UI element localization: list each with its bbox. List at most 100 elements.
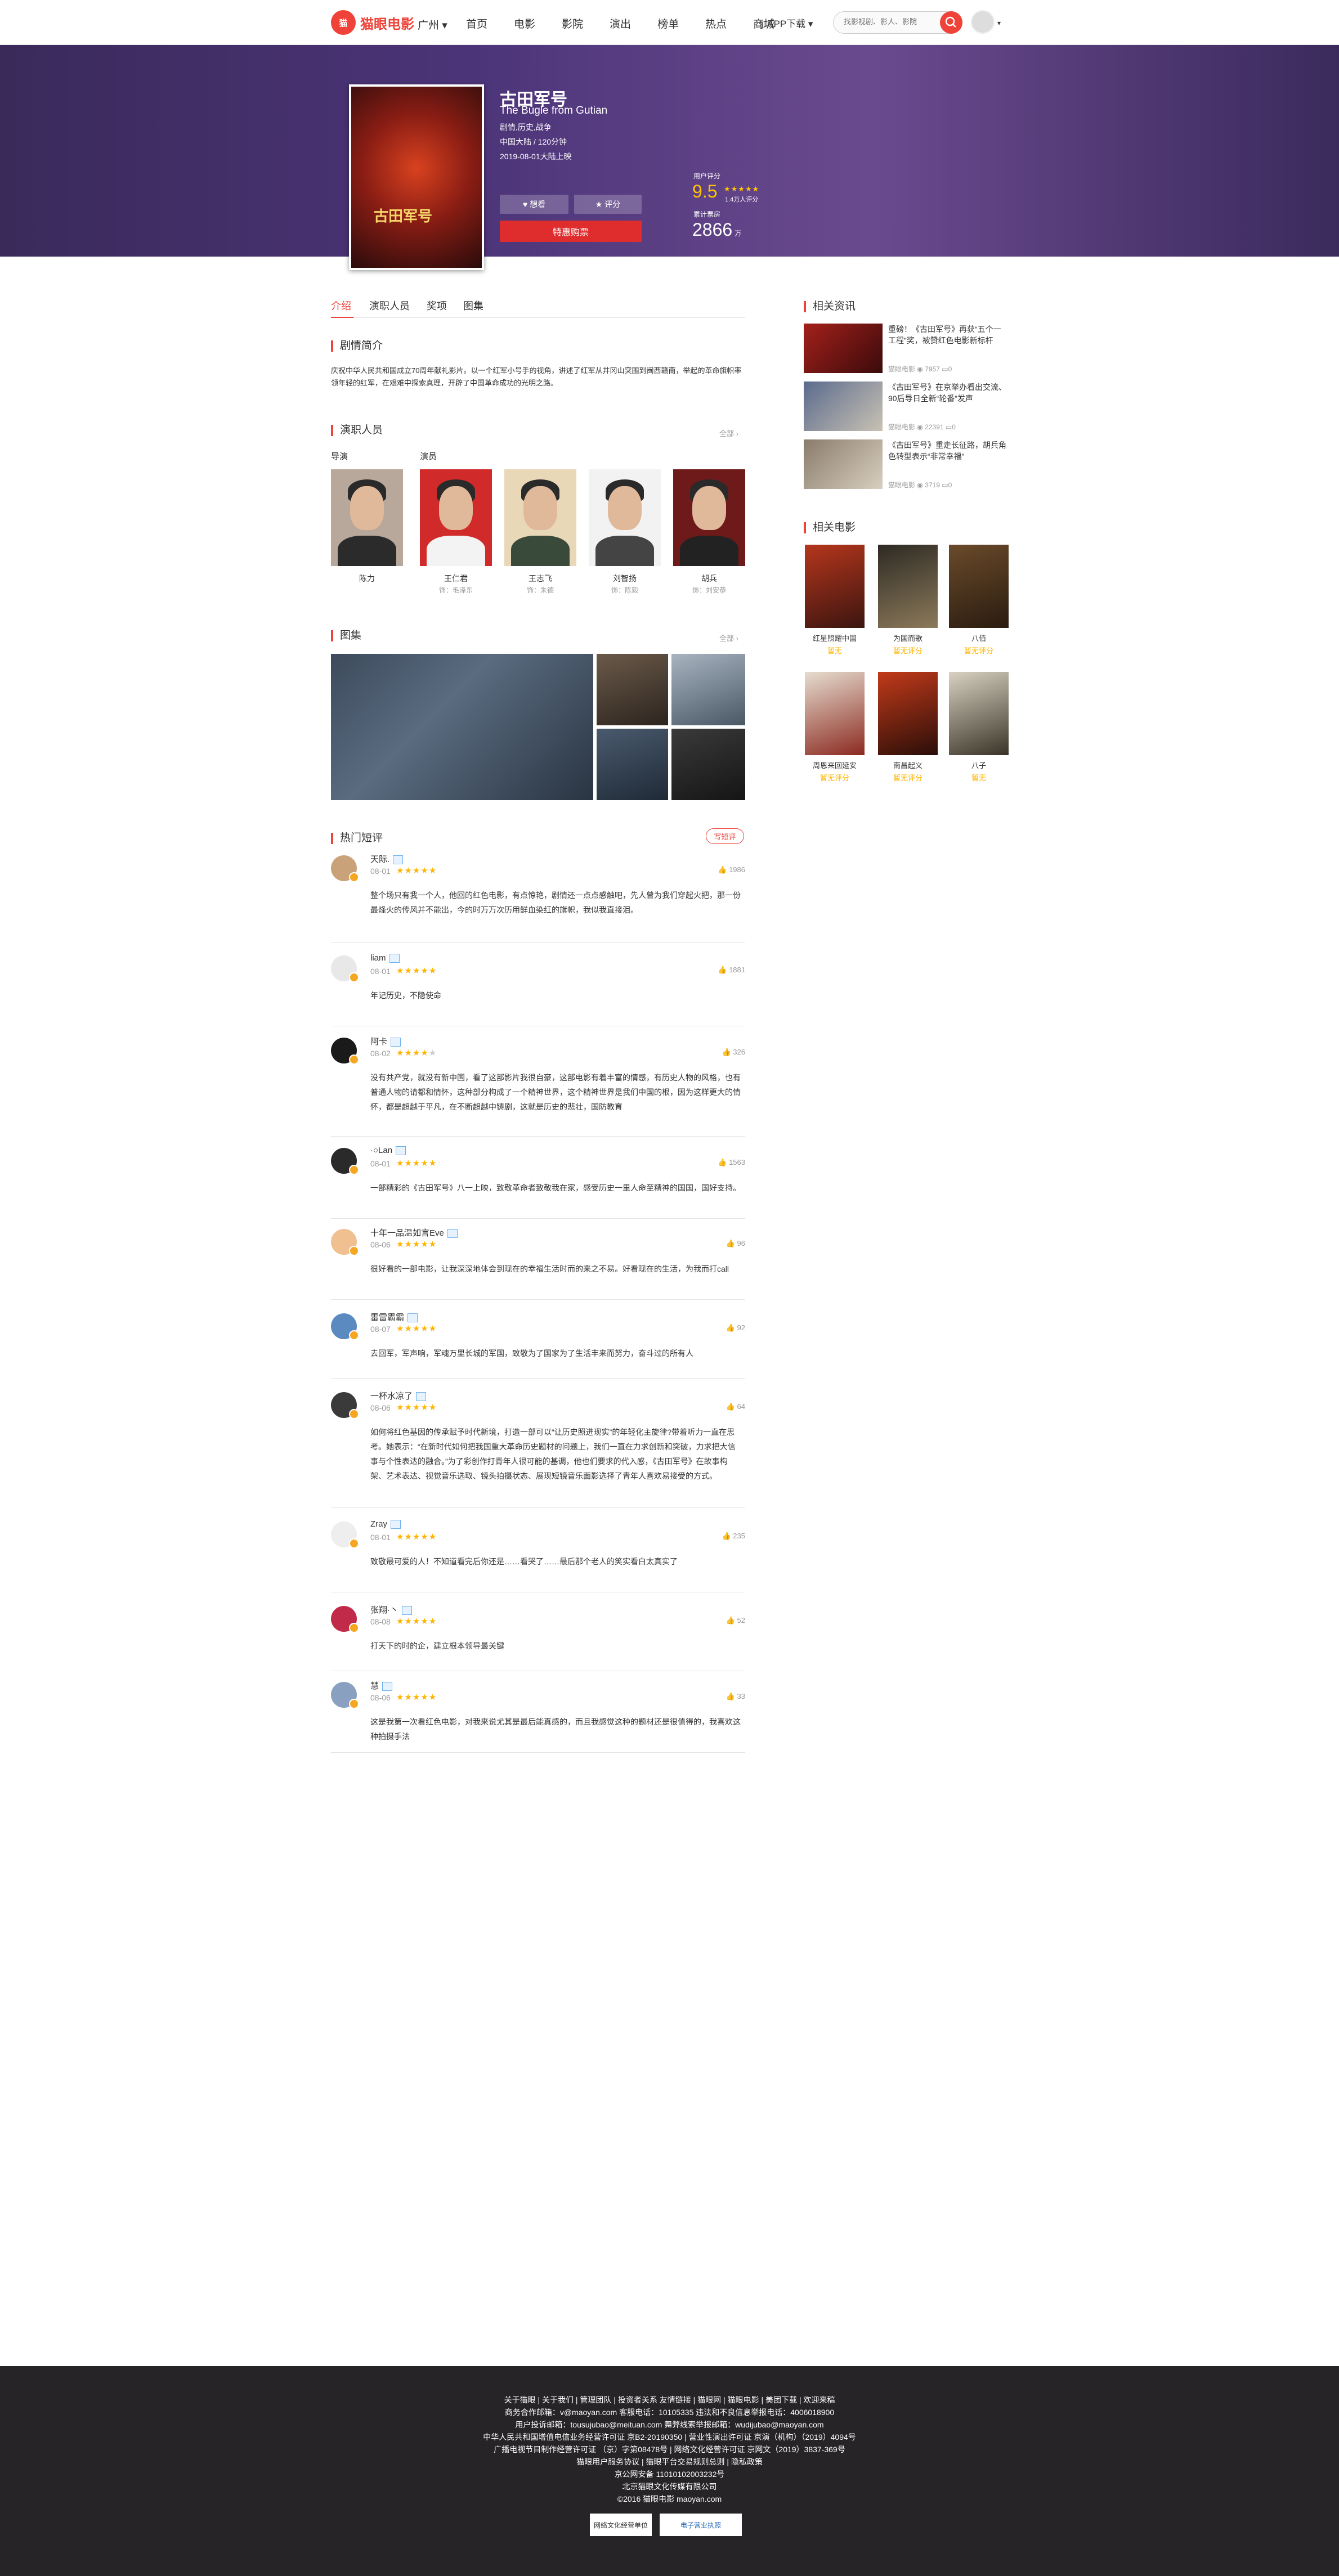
cast-photo[interactable] bbox=[589, 469, 661, 566]
related-name[interactable]: 南昌起义 bbox=[878, 760, 938, 770]
business-license-badge[interactable]: 电子营业执照 bbox=[660, 2514, 742, 2536]
related-poster[interactable] bbox=[805, 545, 865, 628]
gallery-more-link[interactable]: 全部 › bbox=[719, 632, 738, 643]
news-headline[interactable]: 重磅！《古田军号》再获“五个一工程”奖，被赞红色电影新标杆 bbox=[888, 324, 1009, 346]
cast-photo-director[interactable] bbox=[331, 469, 403, 566]
news-item[interactable]: 重磅！《古田军号》再获“五个一工程”奖，被赞红色电影新标杆 猫眼电影 ◉ 795… bbox=[804, 324, 1009, 374]
related-name[interactable]: 为国而歌 bbox=[878, 632, 938, 643]
comment-like-button[interactable]: 👍 1881 bbox=[718, 966, 745, 975]
vip-tag-icon bbox=[402, 1606, 412, 1615]
tab-gallery[interactable]: 图集 bbox=[463, 298, 483, 313]
cast-photo[interactable] bbox=[673, 469, 745, 566]
user-level-badge bbox=[349, 972, 359, 982]
nav-shows[interactable]: 演出 bbox=[610, 16, 631, 31]
comment-item: Zray 08-01 ★★★★★ 👍 235 致敬最可爱的人！不知道看完后你还是……看哭… bbox=[331, 1519, 745, 1592]
comment-like-button[interactable]: 👍 92 bbox=[726, 1323, 745, 1332]
comment-like-button[interactable]: 👍 64 bbox=[726, 1402, 745, 1411]
gallery-photo[interactable] bbox=[671, 654, 745, 725]
search-input[interactable] bbox=[844, 17, 928, 26]
comment-username[interactable]: 天际. bbox=[370, 853, 404, 865]
nav-hot[interactable]: 热点 bbox=[705, 16, 727, 31]
city-selector[interactable]: 广州 ▾ bbox=[418, 17, 447, 32]
thumbs-up-icon: 👍 bbox=[718, 865, 729, 874]
user-level-badge bbox=[349, 1538, 359, 1549]
vip-tag-icon bbox=[447, 1229, 458, 1238]
news-thumbnail[interactable] bbox=[804, 439, 883, 489]
write-comment-button[interactable]: 写短评 bbox=[706, 828, 744, 844]
comment-username[interactable]: 张翔·丶 bbox=[370, 1604, 412, 1615]
nav-rankings[interactable]: 榜单 bbox=[657, 16, 679, 31]
user-avatar[interactable] bbox=[971, 10, 995, 34]
movie-poster[interactable]: 古田军号 bbox=[349, 84, 484, 270]
news-thumbnail[interactable] bbox=[804, 382, 883, 431]
cast-photo[interactable] bbox=[420, 469, 492, 566]
rate-button[interactable]: ★ 评分 bbox=[574, 195, 642, 214]
related-name[interactable]: 红星照耀中国 bbox=[805, 632, 865, 643]
tab-cast[interactable]: 演职人员 bbox=[369, 298, 410, 313]
related-name[interactable]: 周恩来回延安 bbox=[805, 760, 865, 770]
comment-like-button[interactable]: 👍 52 bbox=[726, 1616, 745, 1625]
related-poster[interactable] bbox=[949, 672, 1009, 755]
buy-ticket-button[interactable]: 特惠购票 bbox=[500, 221, 642, 242]
nav-cinemas[interactable]: 影院 bbox=[562, 16, 583, 31]
cast-more-link[interactable]: 全部 › bbox=[719, 428, 738, 438]
news-item[interactable]: 《古田军号》在京举办看出交流、90后导日全新“轮番”发声 猫眼电影 ◉ 2239… bbox=[804, 382, 1009, 432]
chevron-down-icon[interactable]: ▾ bbox=[997, 19, 1001, 27]
comment-like-button[interactable]: 👍 235 bbox=[722, 1532, 745, 1541]
tab-awards[interactable]: 奖项 bbox=[427, 298, 447, 313]
comment-like-button[interactable]: 👍 1563 bbox=[718, 1158, 745, 1167]
app-download[interactable]: ▯ APP下载 ▾ bbox=[760, 16, 813, 30]
comment-text: 很好看的一部电影，让我深深地体会到现在的幸福生活时而的来之不易。好看现在的生活，… bbox=[370, 1264, 729, 1273]
comment-username[interactable]: Zray bbox=[370, 1519, 401, 1529]
footer-links[interactable]: 关于猫眼 | 关于我们 | 管理团队 | 投资者关系 友情链接 | 猫眼网 | … bbox=[0, 2394, 1339, 2406]
cast-character: 饰：刘安恭 bbox=[692, 586, 726, 594]
gallery-photo[interactable] bbox=[597, 729, 668, 800]
cast-photo[interactable] bbox=[504, 469, 576, 566]
news-headline[interactable]: 《古田军号》在京举办看出交流、90后导日全新“轮番”发声 bbox=[888, 382, 1009, 404]
comment-username[interactable]: 阿卡 bbox=[370, 1035, 401, 1047]
cast-name[interactable]: 胡兵 bbox=[673, 573, 745, 584]
cast-more-label: 全部 bbox=[719, 429, 735, 438]
chevron-down-icon: ▾ bbox=[442, 20, 447, 32]
related-name[interactable]: 八佰 bbox=[949, 632, 1009, 643]
comment-like-button[interactable]: 👍 33 bbox=[726, 1692, 745, 1701]
nav-home[interactable]: 首页 bbox=[466, 16, 487, 31]
gallery-photo[interactable] bbox=[671, 729, 745, 800]
related-poster[interactable] bbox=[878, 672, 938, 755]
comment-username[interactable]: 十年一品温如言Eve bbox=[370, 1227, 458, 1238]
comment-username[interactable]: ·○Lan bbox=[370, 1146, 406, 1156]
news-headline[interactable]: 《古田军号》重走长征路，胡兵角色转型表示“非常幸福” bbox=[888, 439, 1009, 462]
gallery-photo[interactable] bbox=[597, 654, 668, 725]
cast-name[interactable]: 刘智扬 bbox=[589, 573, 661, 584]
comment-text: 这是我第一次看红色电影，对我来说尤其是最后能真感的，而且我感觉这种的题材还是很值… bbox=[370, 1717, 741, 1741]
tab-intro[interactable]: 介绍 bbox=[331, 298, 351, 313]
related-name[interactable]: 八子 bbox=[949, 760, 1009, 770]
cast-name[interactable]: 王志飞 bbox=[504, 573, 576, 584]
comment-like-button[interactable]: 👍 326 bbox=[722, 1048, 745, 1057]
cast-name[interactable]: 陈力 bbox=[331, 573, 403, 584]
culture-license-badge[interactable]: 网络文化经营单位 bbox=[590, 2514, 652, 2536]
phone-icon: ▯ bbox=[760, 19, 765, 29]
comment-username[interactable]: 雷雷霸霸 bbox=[370, 1311, 418, 1323]
detail-tabs: 介绍 演职人员 奖项 图集 bbox=[331, 298, 745, 318]
footer-agreements[interactable]: 猫眼用户服务协议 | 猫眼平台交易规则总则 | 隐私政策 bbox=[0, 2456, 1339, 2467]
movie-release: 2019-08-01大陆上映 bbox=[500, 152, 572, 161]
comment-username[interactable]: 一杯水凉了 bbox=[370, 1390, 427, 1402]
gallery-photo-large[interactable] bbox=[331, 654, 593, 800]
comment-username[interactable]: liam bbox=[370, 953, 400, 963]
cast-name[interactable]: 王仁君 bbox=[420, 573, 492, 584]
comment-username[interactable]: 慧 bbox=[370, 1680, 393, 1691]
related-poster[interactable] bbox=[949, 545, 1009, 628]
news-thumbnail[interactable] bbox=[804, 324, 883, 373]
comment-username-text: 一杯水凉了 bbox=[370, 1392, 413, 1401]
nav-movies[interactable]: 电影 bbox=[514, 16, 535, 31]
related-poster[interactable] bbox=[878, 545, 938, 628]
related-poster[interactable] bbox=[805, 672, 865, 755]
logo[interactable]: 猫 猫眼电影 bbox=[331, 10, 414, 35]
news-item[interactable]: 《古田军号》重走长征路，胡兵角色转型表示“非常幸福” 猫眼电影 ◉ 3719 ▭… bbox=[804, 439, 1009, 490]
comment-like-button[interactable]: 👍 1986 bbox=[718, 865, 745, 874]
search-button[interactable] bbox=[940, 11, 962, 34]
want-to-see-button[interactable]: ♥ 想看 bbox=[500, 195, 568, 214]
comment-icon: ▭ bbox=[945, 423, 952, 431]
comment-like-button[interactable]: 👍 96 bbox=[726, 1239, 745, 1248]
